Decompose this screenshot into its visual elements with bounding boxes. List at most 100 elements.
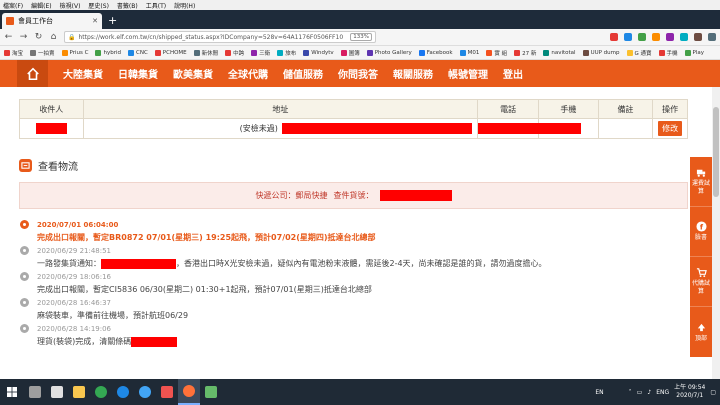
bookmark-favicon-icon [514, 49, 521, 56]
system-tray: EN ˄ ▭ ♪ ENG 上午 09:54 2020/7/1 ▢ [595, 384, 720, 400]
menu-item[interactable]: 編輯(E) [31, 1, 51, 10]
menu-item[interactable]: 歷史(S) [88, 1, 109, 10]
extension-icon[interactable] [610, 33, 618, 41]
sidebar-item-top[interactable]: 頂部 [690, 307, 712, 357]
bookmark-item[interactable]: 實 組 [486, 49, 507, 57]
bookmark-item[interactable]: 27 新 [514, 49, 536, 57]
home-icon[interactable]: ⌂ [49, 32, 58, 42]
site-nav-item[interactable]: 大陸集貨 [48, 66, 103, 81]
extension-icon[interactable] [624, 33, 632, 41]
bookmark-item[interactable]: Play [684, 49, 704, 56]
bookmark-item[interactable]: 一拍賣 [30, 49, 55, 57]
bookmark-item[interactable]: Photo Gallery [366, 49, 412, 56]
edit-button[interactable]: 修改 [658, 121, 683, 136]
extension-icon[interactable] [652, 33, 660, 41]
menu-item[interactable]: 檔案(F) [3, 1, 23, 10]
reload-icon[interactable]: ↻ [34, 32, 43, 42]
bookmark-item[interactable]: PCHOME [154, 49, 187, 56]
app-icon [51, 386, 63, 398]
site-nav-item[interactable]: 日韓集貨 [103, 66, 158, 81]
page-scrollbar[interactable] [712, 87, 720, 379]
event-time: 2020/06/28 16:46:37 [37, 299, 112, 307]
bookmark-item[interactable]: 旅布 [277, 49, 296, 57]
taskbar-calculator[interactable] [24, 379, 46, 405]
taskbar-ie[interactable] [134, 379, 156, 405]
bookmark-item[interactable]: 手機 [658, 49, 678, 57]
bookmark-item[interactable]: Prius C [61, 49, 88, 56]
taskbar-app[interactable] [46, 379, 68, 405]
site-nav-item[interactable]: 帳號管理 [433, 66, 488, 81]
bookmark-item[interactable]: G 通寶 [626, 49, 652, 57]
new-tab-button[interactable]: + [108, 14, 117, 27]
taskbar-chrome[interactable] [90, 379, 112, 405]
list-item: 2020/06/29 21:48:51 一路發集貨通知： ，香港出口時X光安檢未過… [19, 245, 688, 271]
extension-icon[interactable] [694, 33, 702, 41]
bookmark-favicon-icon [486, 49, 493, 56]
browser-tab[interactable]: 會員工作台 ✕ [2, 13, 102, 29]
taskbar-edge[interactable] [112, 379, 134, 405]
volume-icon[interactable]: ♪ [647, 389, 651, 396]
bookmark-item[interactable]: 三衛 [251, 49, 270, 57]
network-icon[interactable]: ▭ [637, 389, 643, 396]
bookmark-item[interactable]: hybrid [95, 49, 121, 56]
bookmark-item[interactable]: 新休閒 [193, 49, 219, 57]
site-nav-item[interactable]: 登出 [488, 66, 523, 81]
close-tab-icon[interactable]: ✕ [92, 17, 98, 25]
extension-icon[interactable] [680, 33, 688, 41]
chevron-up-icon[interactable]: ˄ [629, 389, 632, 396]
taskbar-app[interactable] [200, 379, 222, 405]
menu-item[interactable]: 說明(H) [174, 1, 195, 10]
bookmark-label: 實 組 [494, 50, 508, 57]
folder-icon [73, 386, 85, 398]
bookmark-label: 一拍賣 [38, 50, 55, 57]
event-desc-a: 一路發集貨通知： [37, 259, 101, 268]
bookmark-item[interactable]: Facebook [418, 49, 453, 56]
forward-icon[interactable]: → [19, 32, 28, 42]
bookmark-item[interactable]: CNC [128, 49, 148, 56]
sidebar-item-purchase-calc[interactable]: 代購試算 [690, 257, 712, 307]
notification-icon[interactable]: ▢ [710, 389, 716, 396]
extension-icon[interactable] [666, 33, 674, 41]
menu-item[interactable]: 書籤(B) [117, 1, 138, 10]
scrollbar-thumb[interactable] [713, 107, 719, 197]
bookmark-favicon-icon [684, 49, 691, 56]
zoom-level[interactable]: 133% [350, 33, 372, 41]
taskbar-firefox[interactable] [178, 379, 200, 405]
start-button[interactable] [0, 379, 24, 405]
menu-item[interactable]: 檢視(V) [60, 1, 81, 10]
sidebar-label: 臉書 [694, 234, 707, 241]
menu-icon[interactable] [708, 33, 716, 41]
ie-icon [139, 386, 151, 398]
courier-label: 快遞公司：郵局快捷 [255, 191, 328, 200]
bookmark-item[interactable]: 中跨 [225, 49, 244, 57]
ime-indicator[interactable]: ENG [656, 389, 669, 396]
menu-item[interactable]: 工具(T) [146, 1, 166, 10]
url-bar[interactable]: 🔒 https://work.elf.com.tw/cn/shipped_sta… [64, 31, 376, 43]
sidebar-item-shipping-calc[interactable]: 運費試算 [690, 157, 712, 207]
bookmark-item[interactable]: Windytv [303, 49, 334, 56]
site-nav-item[interactable]: 儲值服務 [268, 66, 323, 81]
bookmark-item[interactable]: UUP dump [582, 49, 620, 56]
taskbar-app[interactable] [156, 379, 178, 405]
sidebar-item-facebook[interactable]: f 臉書 [690, 207, 712, 257]
clock[interactable]: 上午 09:54 2020/7/1 [674, 384, 705, 400]
bookmark-item[interactable]: 圖簿 [340, 49, 360, 57]
bookmark-favicon-icon [193, 49, 200, 56]
bookmark-item[interactable]: M01 [459, 49, 480, 56]
site-nav-item[interactable]: 你問我答 [323, 66, 378, 81]
taskbar-explorer[interactable] [68, 379, 90, 405]
bookmark-label: G 通寶 [634, 50, 652, 57]
site-nav-item[interactable]: 報關服務 [378, 66, 433, 81]
bookmark-item[interactable]: navitotal [543, 49, 576, 56]
bookmark-label: 新休閒 [201, 50, 219, 57]
bookmark-item[interactable]: 淘宝 [4, 49, 23, 57]
extension-icon[interactable] [638, 33, 646, 41]
bookmark-label: M01 [467, 49, 480, 56]
back-icon[interactable]: ← [4, 32, 13, 42]
lock-icon: 🔒 [68, 33, 76, 41]
sidebar-label: 運費試算 [691, 180, 710, 195]
site-nav-item[interactable]: 歐美集貨 [158, 66, 213, 81]
site-nav-item[interactable]: 全球代購 [213, 66, 268, 81]
site-home-button[interactable] [17, 60, 48, 87]
lang-indicator[interactable]: EN [595, 389, 603, 396]
